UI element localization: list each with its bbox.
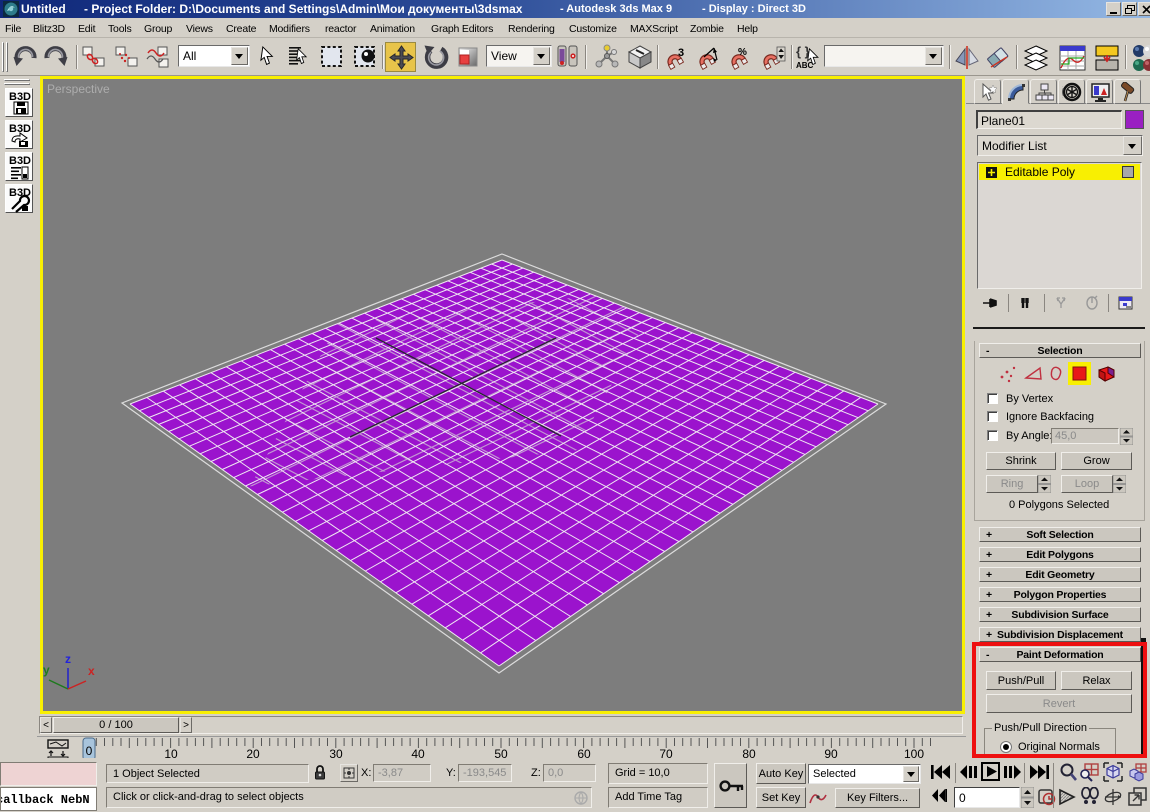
svg-text:Perspective: Perspective xyxy=(47,82,110,96)
svg-text:ABC: ABC xyxy=(796,61,814,70)
svg-text:y: y xyxy=(43,663,50,677)
svg-text:0: 0 xyxy=(86,744,93,758)
svg-text:{ }: { } xyxy=(796,44,810,59)
svg-text:3: 3 xyxy=(678,47,684,59)
svg-text:z: z xyxy=(65,652,71,666)
svg-text:x: x xyxy=(88,664,95,678)
svg-text:B3D: B3D xyxy=(9,91,31,103)
svg-text:B3D: B3D xyxy=(9,155,31,167)
svg-text:%: % xyxy=(738,47,747,58)
